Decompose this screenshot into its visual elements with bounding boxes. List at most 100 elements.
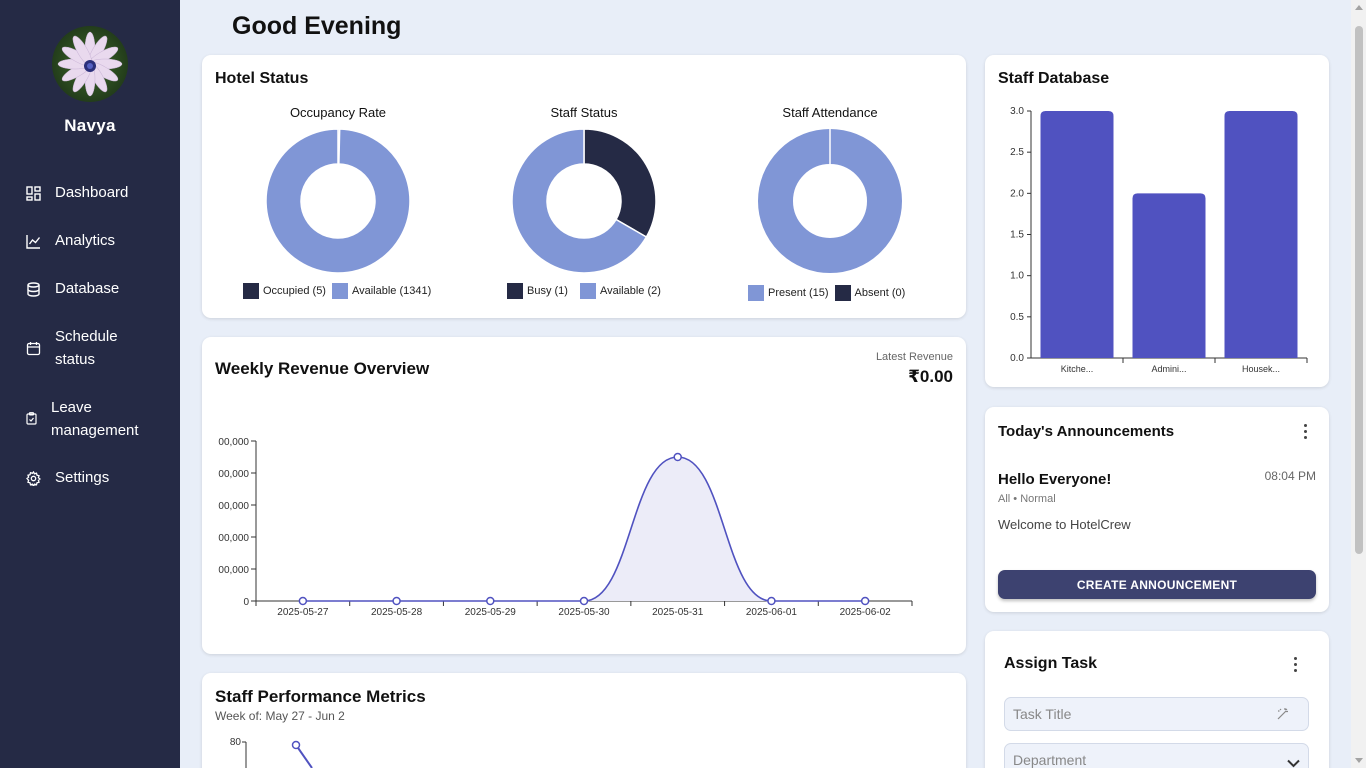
announcements-title: Today's Announcements [998, 423, 1175, 440]
sidebar-item-label: Schedule status [55, 328, 118, 368]
calendar-icon [26, 341, 41, 356]
assign-task-more-icon[interactable] [1287, 654, 1303, 674]
sidebar-item-database[interactable]: Database [26, 278, 119, 301]
attendance-donut [758, 129, 902, 273]
legend-label: Absent (0) [854, 287, 906, 299]
x-tick-label: Admini... [1151, 364, 1186, 374]
staff-status-title: Staff Status [550, 105, 618, 120]
y-tick-label: 1.0 [1010, 271, 1024, 282]
performance-card: Staff Performance Metrics Week of: May 2… [202, 673, 966, 768]
sidebar-item-dashboard[interactable]: Dashboard [26, 182, 128, 205]
x-tick-label: 2025-06-02 [840, 607, 892, 618]
announcement-heading: Hello Everyone! [998, 471, 1112, 488]
data-point [673, 452, 682, 462]
announcement-meta: All • Normal [998, 493, 1056, 505]
y-tick-label: 00,000 [218, 437, 249, 448]
y-tick-label: 80 [230, 737, 242, 748]
legend-label: Available (2) [599, 285, 661, 297]
x-tick-label: 2025-05-31 [652, 607, 704, 618]
revenue-card: Weekly Revenue Overview Latest Revenue ₹… [202, 337, 966, 654]
data-point [298, 596, 308, 606]
x-tick-label: 2025-05-29 [465, 607, 517, 618]
data-point [579, 596, 589, 606]
x-tick-label: Kitche... [1061, 364, 1094, 374]
data-point [860, 596, 870, 606]
staff-status-legend: Busy (1) Available (2) [507, 283, 661, 299]
task-title-input[interactable]: Task Title [1004, 697, 1309, 731]
sidebar-item-analytics[interactable]: Analytics [26, 230, 115, 253]
avatar[interactable] [52, 26, 128, 102]
available-slice [265, 128, 411, 274]
x-tick-label: 2025-06-01 [746, 607, 798, 618]
scroll-down-icon[interactable] [1355, 758, 1363, 763]
donut-slices [511, 128, 657, 274]
department-select[interactable]: Department [1004, 743, 1309, 768]
announcement-time: 08:04 PM [1264, 469, 1316, 483]
staff-status-donut [511, 128, 657, 274]
donut-slices [265, 128, 411, 274]
sidebar-item-schedule-status[interactable]: Schedule status [26, 326, 151, 371]
page-title: Good Evening [232, 12, 402, 40]
bar [1040, 111, 1114, 358]
staff-database-title: Staff Database [998, 70, 1110, 87]
occupancy-title: Occupancy Rate [289, 105, 387, 120]
data-point [291, 740, 301, 750]
user-name: Navya [64, 116, 116, 135]
staff-database-chart: 0.0 0.5 1.0 1.5 2.0 2.5 3.0 Kitche... Admini... H… [1010, 106, 1308, 374]
available-swatch [331, 283, 348, 299]
revenue-area [302, 457, 866, 601]
y-tick-label: 0 [243, 597, 249, 608]
chevron-down-icon [1287, 755, 1300, 768]
y-tick-label: 3.0 [1010, 106, 1024, 117]
performance-chart: 80 [230, 737, 313, 768]
gear-icon [26, 470, 41, 486]
attendance-title: Staff Attendance [782, 105, 878, 120]
assign-task-title: Assign Task [1004, 655, 1098, 672]
scroll-up-icon[interactable] [1355, 5, 1363, 10]
task-title-placeholder: Task Title [1013, 706, 1072, 722]
scrollbar-thumb[interactable] [1355, 26, 1363, 554]
page-scrollbar[interactable] [1351, 0, 1366, 768]
present-swatch [748, 285, 764, 301]
chart-icon [26, 234, 41, 249]
create-announcement-button[interactable]: CREATE ANNOUNCEMENT [998, 570, 1316, 599]
hotel-status-title: Hotel Status [215, 70, 309, 87]
occupancy-legend: Occupied (5) Available (1341) [243, 283, 431, 299]
y-tick-label: 2.0 [1010, 188, 1024, 199]
sidebar-item-label: Database [55, 280, 120, 297]
y-tick-label: 00,000 [218, 533, 249, 544]
y-tick-label: 2.5 [1010, 147, 1024, 158]
dashboard-icon [26, 186, 41, 201]
data-point [767, 596, 776, 606]
y-tick-label: 00,000 [218, 501, 249, 512]
sidebar-item-label: Analytics [55, 232, 116, 249]
sidebar: Navya Dashboard Analytics Database Sched… [0, 0, 180, 768]
busy-slice [583, 128, 657, 239]
bar [1224, 111, 1298, 358]
y-tick-label: 00,000 [218, 469, 249, 480]
department-placeholder: Department [1013, 752, 1087, 768]
x-tick-label: 2025-05-28 [371, 607, 423, 618]
magic-wand-icon[interactable] [1276, 707, 1290, 724]
data-point [486, 596, 495, 606]
database-icon [26, 282, 41, 297]
legend-label: Available (1341) [351, 285, 432, 297]
occupied-swatch [243, 283, 259, 299]
bar [1132, 193, 1206, 358]
absent-swatch [834, 285, 851, 301]
busy-swatch [507, 283, 523, 299]
attendance-legend: Present (15) Absent (0) [748, 285, 905, 301]
x-tick-label: Housek... [1242, 364, 1280, 374]
legend-label: Occupied (5) [263, 285, 326, 297]
sidebar-item-label: Dashboard [55, 184, 129, 201]
sidebar-item-leave-management[interactable]: Leave management [26, 397, 161, 442]
legend-label: Busy (1) [527, 285, 568, 297]
staff-database-card: Staff Database 0.0 0.5 1.0 1.5 2.0 2.5 3.0 Kitc… [985, 55, 1329, 387]
hotel-status-card: Hotel Status Occupancy Rate Occupied (5)… [202, 55, 966, 318]
x-tick-label: 2025-05-30 [558, 607, 610, 618]
y-tick-label: 0.5 [1010, 312, 1024, 323]
sidebar-item-settings[interactable]: Settings [26, 467, 109, 490]
data-point [392, 596, 401, 606]
y-tick-label: 00,000 [218, 565, 249, 576]
announcements-more-icon[interactable] [1297, 421, 1313, 441]
